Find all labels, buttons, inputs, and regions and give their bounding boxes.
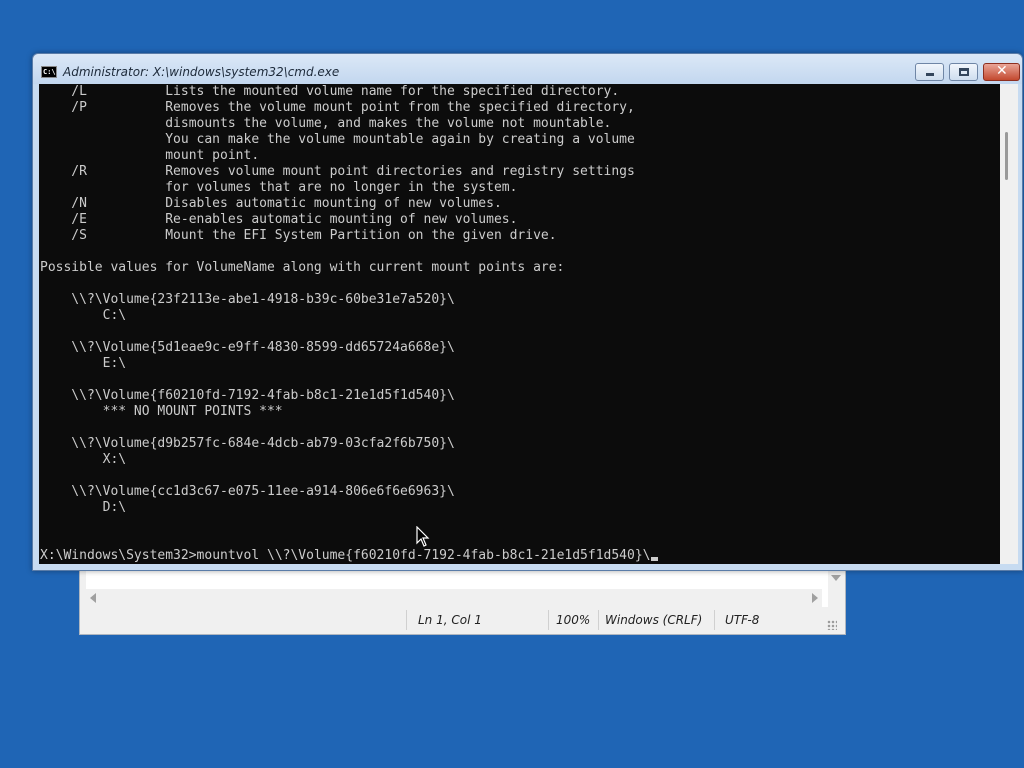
console-line: /L Lists the mounted volume name for the… — [71, 84, 620, 99]
console-line: for volumes that are no longer in the sy… — [165, 180, 518, 195]
console-vertical-scrollbar[interactable] — [1000, 84, 1018, 564]
status-encoding: UTF-8 — [725, 613, 760, 627]
console-line: \\?\Volume{d9b257fc-684e-4dcb-ab79-03cfa… — [71, 436, 455, 451]
console-line: mount point. — [165, 148, 260, 163]
status-separator — [406, 610, 407, 630]
console-line: \\?\Volume{cc1d3c67-e075-11ee-a914-806e6… — [71, 484, 455, 499]
maximize-button[interactable] — [949, 63, 978, 81]
console-line: /R Removes volume mount point directorie… — [71, 164, 635, 179]
status-line-ending: Windows (CRLF) — [605, 613, 703, 627]
command-line[interactable]: X:\Windows\System32>mountvol \\?\Volume{… — [39, 548, 1000, 564]
notepad-status-bar: Ln 1, Col 1 100% Windows (CRLF) UTF-8 — [86, 608, 839, 632]
scroll-down-arrow-icon[interactable] — [831, 575, 841, 581]
console-line: dismounts the volume, and makes the volu… — [165, 116, 612, 131]
console-line: D:\ — [102, 500, 127, 515]
scrollbar-thumb[interactable] — [1005, 132, 1008, 180]
console-output[interactable]: /L Lists the mounted volume name for the… — [39, 84, 1000, 564]
scroll-right-arrow-icon[interactable] — [812, 593, 818, 603]
status-separator — [598, 610, 599, 630]
status-separator — [548, 610, 549, 630]
console-line: C:\ — [102, 308, 127, 323]
console-line: \\?\Volume{5d1eae9c-e9ff-4830-8599-dd657… — [71, 340, 455, 355]
console-line: \\?\Volume{23f2113e-abe1-4918-b39c-60be3… — [71, 292, 455, 307]
minimize-button[interactable] — [915, 63, 944, 81]
status-zoom: 100% — [556, 613, 591, 627]
status-separator — [714, 610, 715, 630]
resize-grip-icon[interactable] — [827, 620, 837, 630]
mouse-pointer-icon — [416, 526, 430, 547]
console-line: \\?\Volume{f60210fd-7192-4fab-b8c1-21e1d… — [71, 388, 455, 403]
console-line: Possible values for VolumeName along wit… — [40, 260, 565, 275]
minimize-icon — [926, 73, 934, 76]
notepad-window: Ln 1, Col 1 100% Windows (CRLF) UTF-8 — [79, 560, 846, 635]
close-button[interactable]: ✕ — [983, 63, 1020, 81]
status-cursor-position: Ln 1, Col 1 — [418, 613, 482, 627]
cmd-app-icon-label: C:\ — [43, 68, 56, 76]
console-line: /P Removes the volume mount point from t… — [71, 100, 635, 115]
console-line: /E Re-enables automatic mounting of new … — [71, 212, 518, 227]
close-icon: ✕ — [996, 63, 1008, 79]
window-title: Administrator: X:\windows\system32\cmd.e… — [63, 65, 340, 79]
title-bar[interactable]: C:\ Administrator: X:\windows\system32\c… — [33, 54, 1022, 84]
maximize-icon — [959, 68, 969, 76]
console-line: *** NO MOUNT POINTS *** — [102, 404, 283, 419]
notepad-horizontal-scrollbar[interactable] — [86, 589, 822, 607]
cmd-app-icon[interactable]: C:\ — [41, 66, 57, 78]
prompt: X:\Windows\System32> — [40, 548, 197, 563]
console-line: /S Mount the EFI System Partition on the… — [71, 228, 557, 243]
cmd-window: C:\ Administrator: X:\windows\system32\c… — [32, 53, 1023, 571]
console-line: /N Disables automatic mounting of new vo… — [71, 196, 502, 211]
console-text: /L Lists the mounted volume name for the… — [39, 84, 1000, 548]
text-cursor — [650, 557, 658, 561]
console-line: E:\ — [102, 356, 127, 371]
command-input[interactable]: mountvol \\?\Volume{f60210fd-7192-4fab-b… — [197, 548, 651, 563]
console-line: You can make the volume mountable again … — [165, 132, 635, 147]
scroll-left-arrow-icon[interactable] — [90, 593, 96, 603]
console-line: X:\ — [102, 452, 127, 467]
